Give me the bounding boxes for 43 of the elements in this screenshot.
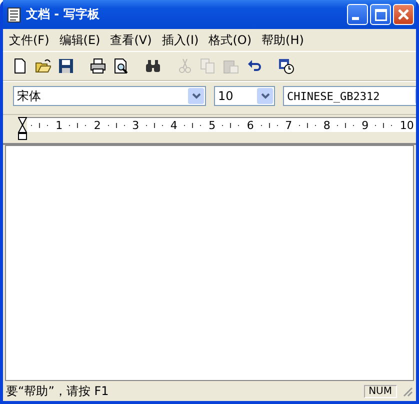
ruler-number: 1 [56,118,63,132]
script-dropdown[interactable]: CHINESE_GB2312 [283,86,416,106]
calendar-clock-icon [278,58,294,74]
scissors-icon [177,58,193,74]
ruler-number: 7 [285,118,292,132]
menu-item[interactable]: 编辑(E) [59,32,100,48]
chevron-icon [260,93,270,99]
menu-item[interactable]: 文件(F) [9,32,50,48]
num-lock-indicator: NUM [364,384,397,398]
print-preview-icon [113,58,129,74]
notepad-icon [7,6,21,22]
folder-icon [35,58,51,74]
ruler-number: 4 [170,118,178,132]
menu-item[interactable]: 帮助(H) [262,32,304,48]
minimize-button[interactable] [347,4,368,25]
status-message: 要“帮助”，请按 F1 [6,382,110,400]
ruler-number: 9 [362,118,369,132]
window-title: 文档 - 写字板 [26,6,100,23]
close-button[interactable] [393,4,414,25]
undo-icon [246,58,262,74]
ruler-number: 10 [400,118,414,132]
ruler-number: 6 [246,118,254,132]
menu-item[interactable]: 插入(I) [162,32,199,48]
ruler-number: 5 [208,118,216,132]
menu-item[interactable]: 格式(O) [208,32,252,48]
ruler-number: 8 [323,118,330,132]
close-icon [398,9,409,20]
indent-marker-icon[interactable] [18,117,27,141]
paste-icon [223,58,239,74]
minimize-icon [352,17,359,20]
resize-grip-icon[interactable] [401,385,413,397]
font-dropdown[interactable]: 宋体 [13,86,206,106]
document-icon [12,58,28,74]
menu-item[interactable]: 查看(V) [110,32,152,48]
binoculars-icon [145,58,161,74]
printer-icon [90,58,106,74]
copy-icon [200,58,216,74]
ruler-number: 2 [94,118,101,132]
ruler-number: 3 [132,118,140,132]
maximize-icon [374,8,386,20]
chevron-icon [192,93,200,99]
maximize-button[interactable] [370,4,391,25]
font-size-dropdown[interactable]: 10 [214,86,275,106]
